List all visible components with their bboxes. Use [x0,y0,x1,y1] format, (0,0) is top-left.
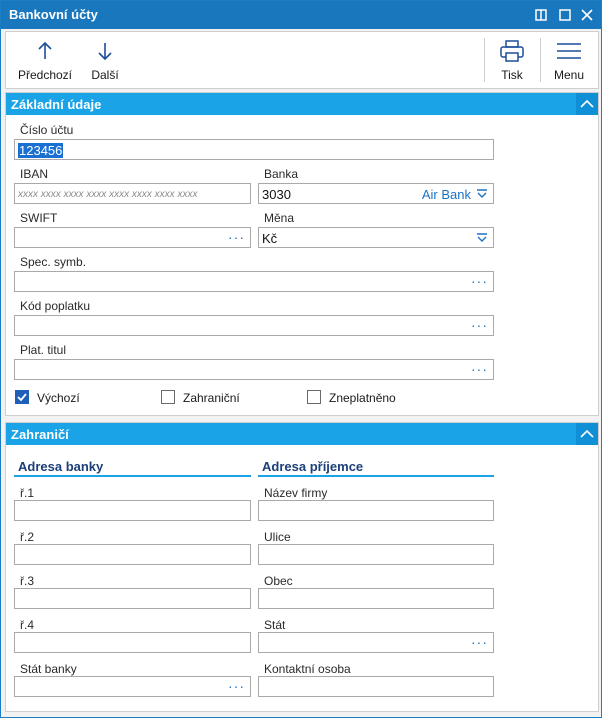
street-label: Ulice [264,530,291,544]
account-number-input[interactable]: 123456 [14,139,494,160]
foreign-checkbox[interactable] [161,390,175,404]
bank-select[interactable]: 3030 Air Bank [258,183,494,204]
payment-title-label: Plat. titul [20,343,67,357]
dropdown-chevron-icon[interactable] [476,189,488,199]
city-input[interactable] [258,588,494,609]
toolbar-divider [540,38,541,82]
menu-button[interactable]: Menu [546,32,592,88]
currency-label: Měna [264,211,295,225]
spec-symbol-input[interactable]: ··· [14,271,494,292]
contact-person-input[interactable] [258,676,494,697]
account-number-label: Číslo účtu [20,123,74,137]
dropdown-chevron-icon[interactable] [476,233,488,243]
maximize-icon[interactable] [555,5,575,25]
collapse-chevron-up-icon[interactable] [576,423,598,445]
payment-title-input[interactable]: ··· [14,359,494,380]
foreign-section: Zahraničí Adresa banky Adresa příjemce ř… [5,422,599,712]
state-label: Stát [264,618,286,632]
basic-info-header[interactable]: Základní údaje [6,93,598,115]
swift-label: SWIFT [20,211,58,225]
collapse-chevron-up-icon[interactable] [576,93,598,115]
basic-info-title: Základní údaje [11,97,102,112]
company-name-label: Název firmy [264,486,328,500]
hamburger-icon [557,43,581,59]
more-dots-icon[interactable]: ··· [471,634,488,650]
line3-label: ř.3 [20,574,35,588]
contact-person-label: Kontaktní osoba [264,662,351,676]
print-label: Tisk [501,68,523,82]
more-dots-icon[interactable]: ··· [471,361,488,377]
line2-input[interactable] [14,544,251,565]
previous-button[interactable]: Předchozí [14,32,76,88]
checkmark-icon [17,393,27,402]
default-checkbox[interactable] [15,390,29,404]
bank-name-value: Air Bank [421,187,471,202]
line4-input[interactable] [14,632,251,653]
iban-placeholder: xxxx xxxx xxxx xxxx xxxx xxxx xxxx xxxx [18,189,198,200]
close-icon[interactable] [577,5,597,25]
foreign-title: Zahraničí [11,427,69,442]
state-input[interactable]: ··· [258,632,494,653]
print-button[interactable]: Tisk [492,32,532,88]
currency-value: Kč [262,231,278,246]
arrow-down-icon [98,43,112,61]
line1-label: ř.1 [20,486,35,500]
iban-input[interactable]: xxxx xxxx xxxx xxxx xxxx xxxx xxxx xxxx [14,183,251,204]
line4-label: ř.4 [20,618,35,632]
swift-input[interactable]: ··· [14,227,251,248]
menu-label: Menu [553,68,585,82]
bank-code-value: 3030 [262,187,291,202]
recipient-address-underline [258,475,494,477]
city-label: Obec [264,574,293,588]
bank-label: Banka [264,167,299,181]
foreign-checkbox-label: Zahraniční [183,391,240,405]
toolbar: Předchozí Další Tisk Menu [5,31,599,89]
next-label: Další [91,68,119,82]
iban-label: IBAN [20,167,49,181]
currency-select[interactable]: Kč [258,227,494,248]
recipient-address-heading: Adresa příjemce [262,459,364,474]
bank-accounts-window: Bankovní účty Předchozí Další Tisk Menu … [0,0,602,718]
street-input[interactable] [258,544,494,565]
invalidated-checkbox-label: Zneplatněno [329,391,396,405]
previous-label: Předchozí [17,68,73,82]
window-title: Bankovní účty [9,7,98,22]
next-button[interactable]: Další [84,32,126,88]
toolbar-divider [484,38,485,82]
more-dots-icon[interactable]: ··· [471,317,488,333]
more-dots-icon[interactable]: ··· [228,678,245,694]
spec-symbol-label: Spec. symb. [20,255,87,269]
bank-address-underline [14,475,251,477]
arrow-up-icon [38,41,52,59]
invalidated-checkbox[interactable] [307,390,321,404]
restore-icon[interactable] [531,5,551,25]
company-name-input[interactable] [258,500,494,521]
line2-label: ř.2 [20,530,35,544]
foreign-header[interactable]: Zahraničí [6,423,598,445]
more-dots-icon[interactable]: ··· [228,229,245,245]
account-number-value: 123456 [18,143,64,158]
line3-input[interactable] [14,588,251,609]
title-bar: Bankovní účty [1,1,601,29]
more-dots-icon[interactable]: ··· [471,273,488,289]
bank-state-label: Stát banky [20,662,77,676]
fee-code-input[interactable]: ··· [14,315,494,336]
default-checkbox-label: Výchozí [37,391,80,405]
fee-code-label: Kód poplatku [20,299,91,313]
line1-input[interactable] [14,500,251,521]
basic-info-section: Základní údaje Číslo účtu 123456 IBAN xx… [5,92,599,416]
printer-icon [500,40,524,62]
bank-address-heading: Adresa banky [18,459,104,474]
bank-state-input[interactable]: ··· [14,676,251,697]
